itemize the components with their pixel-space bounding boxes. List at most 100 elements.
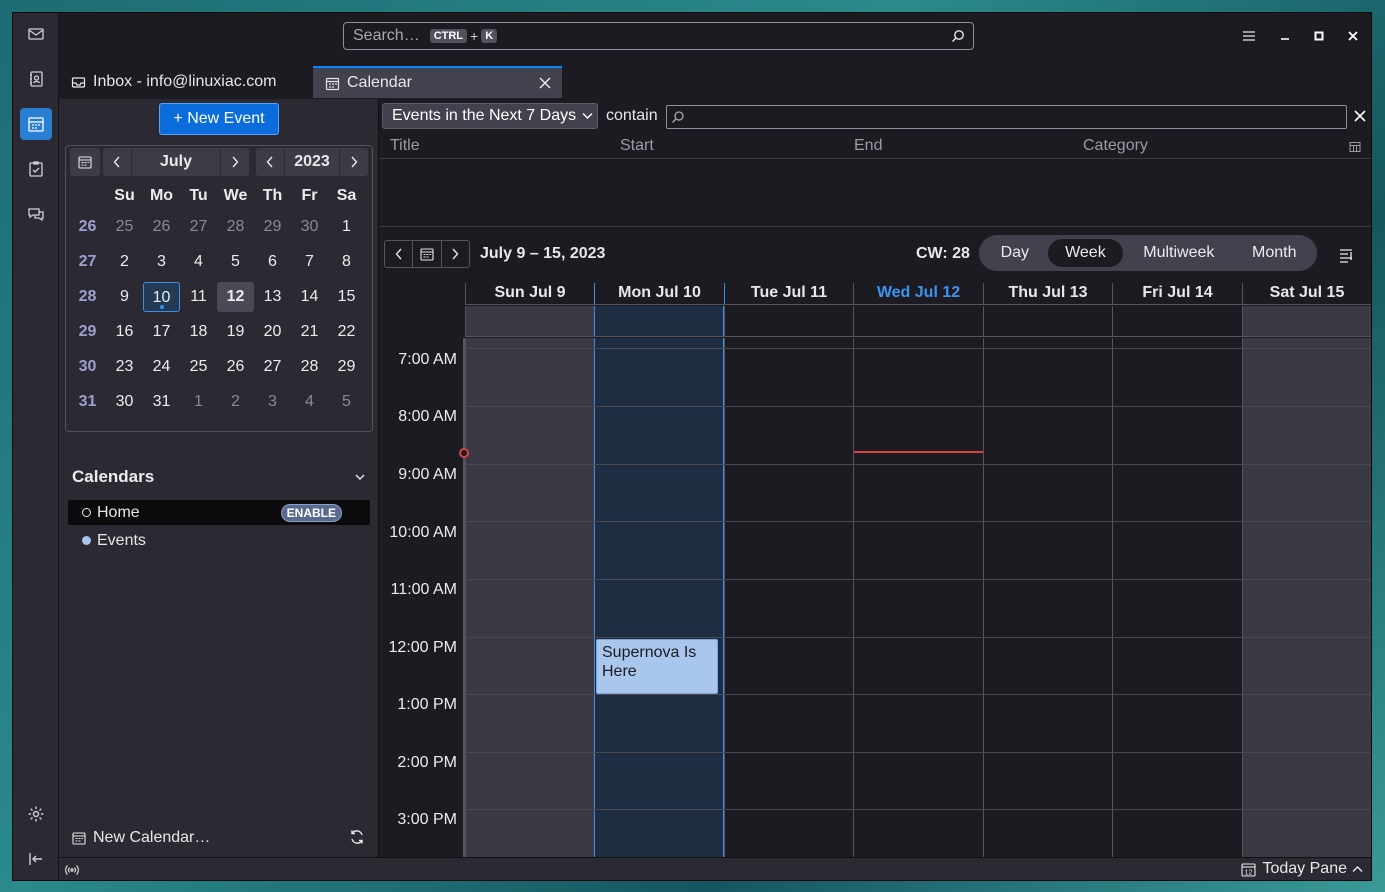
collapse-toolbar-icon[interactable] [20,843,52,875]
chevron-down-icon[interactable] [353,470,367,484]
day-cell[interactable]: 21 [291,317,328,347]
allday-cell[interactable] [983,306,1112,336]
view-tab-multiweek[interactable]: Multiweek [1123,239,1234,267]
day-cell[interactable]: 23 [106,352,143,382]
day-header[interactable]: Tue Jul 11 [724,283,853,305]
week-number[interactable]: 26 [69,212,106,242]
enable-button[interactable]: ENABLE [280,504,342,522]
tasks-icon[interactable] [20,153,52,185]
day-cell[interactable]: 8 [328,247,365,277]
allday-cell[interactable] [853,306,983,336]
day-header[interactable]: Thu Jul 13 [983,283,1112,305]
day-header[interactable]: Mon Jul 10 [594,283,724,305]
week-number[interactable]: 30 [69,352,106,382]
day-cell[interactable]: 13 [254,282,291,312]
maximize-icon[interactable] [1309,26,1329,46]
allday-cell[interactable] [594,306,724,336]
calendar-item-events[interactable]: Events [68,528,370,553]
close-window-icon[interactable] [1343,26,1363,46]
new-event-button[interactable]: + New Event [159,103,279,135]
today-day-header[interactable]: Wed Jul 12 [853,283,983,305]
day-header[interactable]: Sun Jul 9 [465,283,594,305]
allday-cell[interactable] [465,306,594,336]
allday-cell[interactable] [724,306,853,336]
day-column[interactable] [465,338,594,857]
day-cell[interactable]: 1 [328,212,365,242]
today-icon[interactable] [413,241,442,267]
day-column[interactable] [853,338,983,857]
day-cell[interactable]: 28 [217,212,254,242]
column-title[interactable]: Title [390,137,420,155]
close-unifinder-icon[interactable] [1353,109,1367,123]
day-cell[interactable]: 3 [254,387,291,417]
day-cell[interactable]: 16 [106,317,143,347]
day-cell[interactable]: 2 [217,387,254,417]
next-year-icon[interactable] [340,148,368,176]
day-cell[interactable]: 29 [254,212,291,242]
event-filter-select[interactable]: Events in the Next 7 Days [382,103,598,129]
calendar-item-home[interactable]: Home ENABLE [68,500,370,525]
day-cell[interactable]: 28 [291,352,328,382]
view-tab-week[interactable]: Week [1047,239,1124,267]
day-cell[interactable]: 7 [291,247,328,277]
view-tab-day[interactable]: Day [982,239,1048,267]
day-cell[interactable]: 30 [106,387,143,417]
day-cell[interactable]: 9 [106,282,143,312]
day-cell[interactable]: 26 [217,352,254,382]
day-column[interactable] [1242,338,1371,857]
previous-week-icon[interactable] [385,241,414,267]
view-tab-month[interactable]: Month [1234,239,1314,267]
day-cell[interactable]: 5 [217,247,254,277]
day-cell[interactable]: 25 [180,352,217,382]
day-column-selected[interactable] [594,338,724,857]
today-day-cell[interactable]: 12 [217,281,254,312]
selected-day-cell[interactable]: 10 [143,281,180,312]
day-cell[interactable]: 5 [328,387,365,417]
column-picker-icon[interactable] [1349,141,1361,153]
calendar-icon[interactable] [20,108,52,140]
event-item[interactable]: Supernova Is Here [596,639,718,694]
week-number[interactable]: 28 [69,282,106,312]
tab-inbox[interactable]: Inbox - info@linuxiac.com [59,66,309,98]
app-menu-icon[interactable] [1239,26,1259,46]
day-cell[interactable]: 27 [254,352,291,382]
day-header[interactable]: Fri Jul 14 [1112,283,1242,305]
week-number[interactable]: 29 [69,317,106,347]
day-cell[interactable]: 6 [254,247,291,277]
day-cell[interactable]: 20 [254,317,291,347]
year-label[interactable]: 2023 [285,148,339,176]
day-cell[interactable]: 27 [180,212,217,242]
day-cell[interactable]: 30 [291,212,328,242]
search-input[interactable]: Search… CTRL + K [343,22,974,50]
day-cell[interactable]: 15 [328,282,365,312]
day-column[interactable] [1112,338,1242,857]
day-cell[interactable]: 3 [143,247,180,277]
day-cell[interactable]: 25 [106,212,143,242]
day-cell[interactable]: 1 [180,387,217,417]
day-cell[interactable]: 19 [217,317,254,347]
view-options-icon[interactable] [1338,247,1354,263]
day-cell[interactable]: 4 [291,387,328,417]
day-column[interactable] [983,338,1112,857]
day-cell[interactable]: 4 [180,247,217,277]
week-number[interactable]: 27 [69,247,106,277]
day-cell[interactable]: 31 [143,387,180,417]
day-cell[interactable]: 26 [143,212,180,242]
online-status-icon[interactable] [65,864,79,876]
refresh-icon[interactable] [349,829,365,845]
next-month-icon[interactable] [221,148,249,176]
next-week-icon[interactable] [442,241,469,267]
allday-cell[interactable] [1112,306,1242,336]
month-label[interactable]: July [132,148,220,176]
allday-cell[interactable] [1242,306,1371,336]
today-pane-button[interactable]: 12 Today Pane [1241,860,1363,878]
prev-month-icon[interactable] [103,148,131,176]
chat-icon[interactable] [20,198,52,230]
tab-calendar[interactable]: Calendar [313,66,562,98]
day-cell[interactable]: 29 [328,352,365,382]
prev-year-icon[interactable] [256,148,284,176]
week-number[interactable]: 31 [69,387,106,417]
mail-icon[interactable] [20,18,52,50]
day-column[interactable] [724,338,853,857]
day-cell[interactable]: 24 [143,352,180,382]
